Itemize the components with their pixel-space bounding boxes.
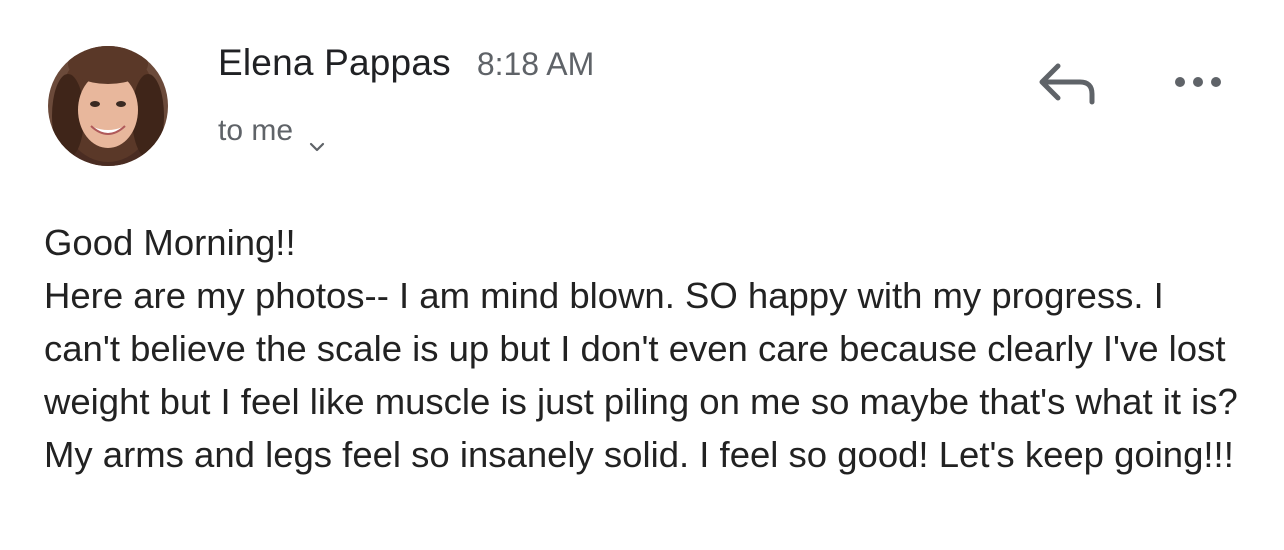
reply-arrow-icon bbox=[1039, 63, 1095, 105]
more-horizontal-icon bbox=[1175, 77, 1221, 87]
recipient-label: to me bbox=[218, 114, 294, 147]
message-time: 8:18 AM bbox=[476, 46, 595, 82]
message-body: Good Morning!! Here are my photos-- I am… bbox=[44, 216, 1244, 481]
message-header: Elena Pappas 8:18 AM to me bbox=[218, 42, 594, 152]
more-options-button[interactable] bbox=[1168, 62, 1232, 102]
recipient-toggle[interactable]: to me bbox=[218, 114, 594, 152]
avatar[interactable] bbox=[48, 46, 168, 166]
avatar-photo bbox=[48, 46, 168, 166]
message-greeting: Good Morning!! bbox=[44, 222, 296, 263]
sender-name[interactable]: Elena Pappas bbox=[218, 42, 451, 84]
message-paragraph: Here are my photos-- I am mind blown. SO… bbox=[44, 275, 1238, 475]
sender-row: Elena Pappas 8:18 AM bbox=[218, 42, 594, 84]
reply-button[interactable] bbox=[1036, 56, 1100, 108]
chevron-down-icon bbox=[309, 126, 325, 152]
